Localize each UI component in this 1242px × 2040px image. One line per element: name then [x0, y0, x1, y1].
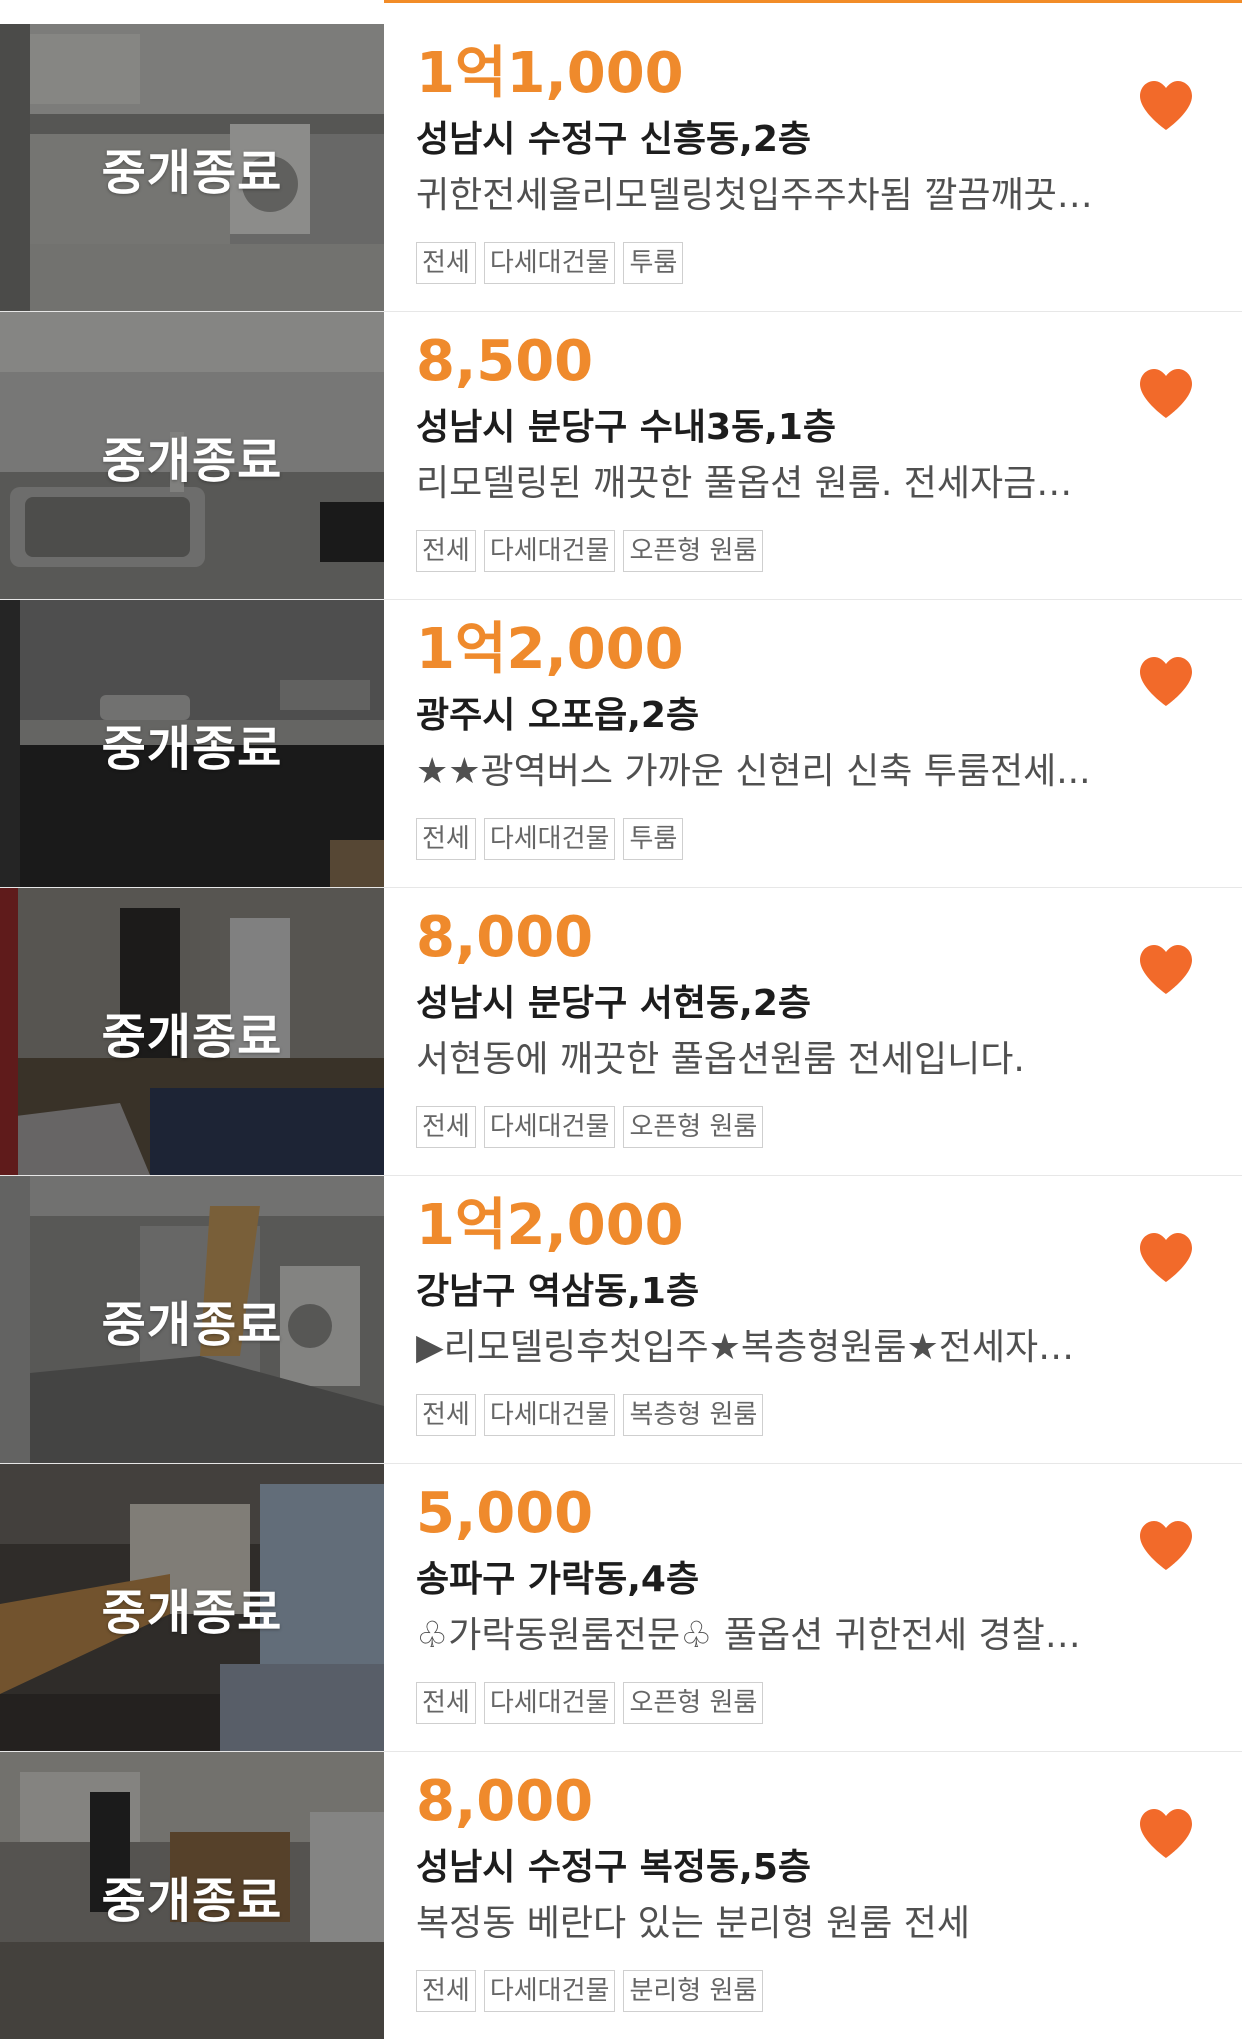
- listing-photo[interactable]: 중개종료: [0, 1464, 384, 1751]
- tag: 투룸: [623, 242, 684, 284]
- listing-info: 1억1,000 성남시 수정구 신흥동,2층 귀한전세올리모델링첫입주주차됨 깔…: [416, 24, 1176, 311]
- tag: 전세: [416, 530, 476, 572]
- tag-list: 전세 다세대건물 투룸: [416, 818, 684, 860]
- listing-photo[interactable]: 중개종료: [0, 600, 384, 887]
- listing-row[interactable]: 중개종료 1억2,000 광주시 오포읍,2층 ★★광역버스 가까운 신현리 신…: [0, 600, 1242, 888]
- status-label: 중개종료: [101, 720, 283, 777]
- tag: 복층형 원룸: [623, 1394, 764, 1436]
- price: 8,000: [416, 905, 594, 970]
- tag: 분리형 원룸: [623, 1970, 764, 2012]
- listing-info: 1억2,000 광주시 오포읍,2층 ★★광역버스 가까운 신현리 신축 투룸전…: [416, 600, 1176, 887]
- listing-row[interactable]: 중개종료 1억1,000 성남시 수정구 신흥동,2층 귀한전세올리모델링첫입주…: [0, 24, 1242, 312]
- status-label: 중개종료: [101, 1008, 283, 1065]
- description: 복정동 베란다 있는 분리형 원룸 전세: [416, 1903, 971, 1944]
- listing-row[interactable]: 중개종료 5,000 송파구 가락동,4층 ♧가락동원룸전문♧ 풀옵션 귀한전세…: [0, 1464, 1242, 1752]
- price: 8,000: [416, 1769, 594, 1834]
- tag: 다세대건물: [483, 1682, 616, 1724]
- listing-list: 중개종료 1억1,000 성남시 수정구 신흥동,2층 귀한전세올리모델링첫입주…: [0, 24, 1242, 2040]
- status-label: 중개종료: [101, 432, 283, 489]
- listing-photo[interactable]: 중개종료: [0, 1176, 384, 1463]
- tag-list: 전세 다세대건물 오픈형 원룸: [416, 530, 764, 572]
- listing-info: 5,000 송파구 가락동,4층 ♧가락동원룸전문♧ 풀옵션 귀한전세 경찰… …: [416, 1464, 1176, 1751]
- listing-row[interactable]: 중개종료 8,000 성남시 분당구 서현동,2층 서현동에 깨끗한 풀옵션원룸…: [0, 888, 1242, 1176]
- heart-icon[interactable]: [1138, 368, 1194, 420]
- listing-info: 8,000 성남시 수정구 복정동,5층 복정동 베란다 있는 분리형 원룸 전…: [416, 1752, 1176, 2039]
- listing-photo[interactable]: 중개종료: [0, 24, 384, 311]
- description: 리모델링된 깨끗한 풀옵션 원룸. 전세자금…: [416, 463, 1073, 504]
- price: 1억1,000: [416, 41, 684, 106]
- tag-list: 전세 다세대건물 투룸: [416, 242, 684, 284]
- status-label: 중개종료: [101, 1872, 283, 1929]
- tag: 다세대건물: [483, 242, 616, 284]
- location: 송파구 가락동,4층: [416, 1559, 700, 1600]
- listing-row[interactable]: 중개종료 1억2,000 강남구 역삼동,1층 ▶리모델링후첫입주★복층형원룸★…: [0, 1176, 1242, 1464]
- location: 성남시 분당구 수내3동,1층: [416, 407, 837, 448]
- heart-icon[interactable]: [1138, 1232, 1194, 1284]
- heart-icon[interactable]: [1138, 80, 1194, 132]
- tag: 전세: [416, 1682, 476, 1724]
- price: 5,000: [416, 1481, 594, 1546]
- description: ▶리모델링후첫입주★복층형원룸★전세자…: [416, 1327, 1075, 1368]
- location: 광주시 오포읍,2층: [416, 695, 700, 736]
- price: 1억2,000: [416, 1193, 684, 1258]
- price: 1억2,000: [416, 617, 684, 682]
- heart-icon[interactable]: [1138, 944, 1194, 996]
- tag: 전세: [416, 242, 476, 284]
- status-label: 중개종료: [101, 1296, 283, 1353]
- status-label: 중개종료: [101, 144, 283, 201]
- tag: 다세대건물: [483, 1106, 616, 1148]
- listing-info: 8,500 성남시 분당구 수내3동,1층 리모델링된 깨끗한 풀옵션 원룸. …: [416, 312, 1176, 599]
- listing-photo[interactable]: 중개종료: [0, 888, 384, 1175]
- price: 8,500: [416, 329, 594, 394]
- tag: 다세대건물: [483, 530, 616, 572]
- tag: 전세: [416, 1970, 476, 2012]
- tag-list: 전세 다세대건물 분리형 원룸: [416, 1970, 764, 2012]
- listing-photo[interactable]: 중개종료: [0, 1752, 384, 2039]
- location: 강남구 역삼동,1층: [416, 1271, 700, 1312]
- listing-row[interactable]: 중개종료 8,500 성남시 분당구 수내3동,1층 리모델링된 깨끗한 풀옵션…: [0, 312, 1242, 600]
- tag: 오픈형 원룸: [623, 530, 764, 572]
- tag-list: 전세 다세대건물 오픈형 원룸: [416, 1682, 764, 1724]
- location: 성남시 수정구 복정동,5층: [416, 1847, 811, 1888]
- tag: 투룸: [623, 818, 684, 860]
- description: 귀한전세올리모델링첫입주주차됨 깔끔깨끗…: [416, 175, 1093, 216]
- tag: 다세대건물: [483, 1394, 616, 1436]
- heart-icon[interactable]: [1138, 1808, 1194, 1860]
- tag: 다세대건물: [483, 1970, 616, 2012]
- heart-icon[interactable]: [1138, 656, 1194, 708]
- tag: 전세: [416, 818, 476, 860]
- listing-row[interactable]: 중개종료 8,000 성남시 수정구 복정동,5층 복정동 베란다 있는 분리형…: [0, 1752, 1242, 2040]
- top-accent-bar: [384, 0, 1242, 3]
- tag: 오픈형 원룸: [623, 1106, 764, 1148]
- listing-info: 8,000 성남시 분당구 서현동,2층 서현동에 깨끗한 풀옵션원룸 전세입니…: [416, 888, 1176, 1175]
- tag: 오픈형 원룸: [623, 1682, 764, 1724]
- location: 성남시 수정구 신흥동,2층: [416, 119, 811, 160]
- tag: 다세대건물: [483, 818, 616, 860]
- description: 서현동에 깨끗한 풀옵션원룸 전세입니다.: [416, 1039, 1025, 1080]
- tag: 전세: [416, 1106, 476, 1148]
- heart-icon[interactable]: [1138, 1520, 1194, 1572]
- tag-list: 전세 다세대건물 오픈형 원룸: [416, 1106, 764, 1148]
- description: ★★광역버스 가까운 신현리 신축 투룸전세...: [416, 751, 1091, 792]
- listing-info: 1억2,000 강남구 역삼동,1층 ▶리모델링후첫입주★복층형원룸★전세자… …: [416, 1176, 1176, 1463]
- description: ♧가락동원룸전문♧ 풀옵션 귀한전세 경찰…: [416, 1615, 1081, 1656]
- listing-photo[interactable]: 중개종료: [0, 312, 384, 599]
- tag-list: 전세 다세대건물 복층형 원룸: [416, 1394, 764, 1436]
- location: 성남시 분당구 서현동,2층: [416, 983, 811, 1024]
- tag: 전세: [416, 1394, 476, 1436]
- status-label: 중개종료: [101, 1584, 283, 1641]
